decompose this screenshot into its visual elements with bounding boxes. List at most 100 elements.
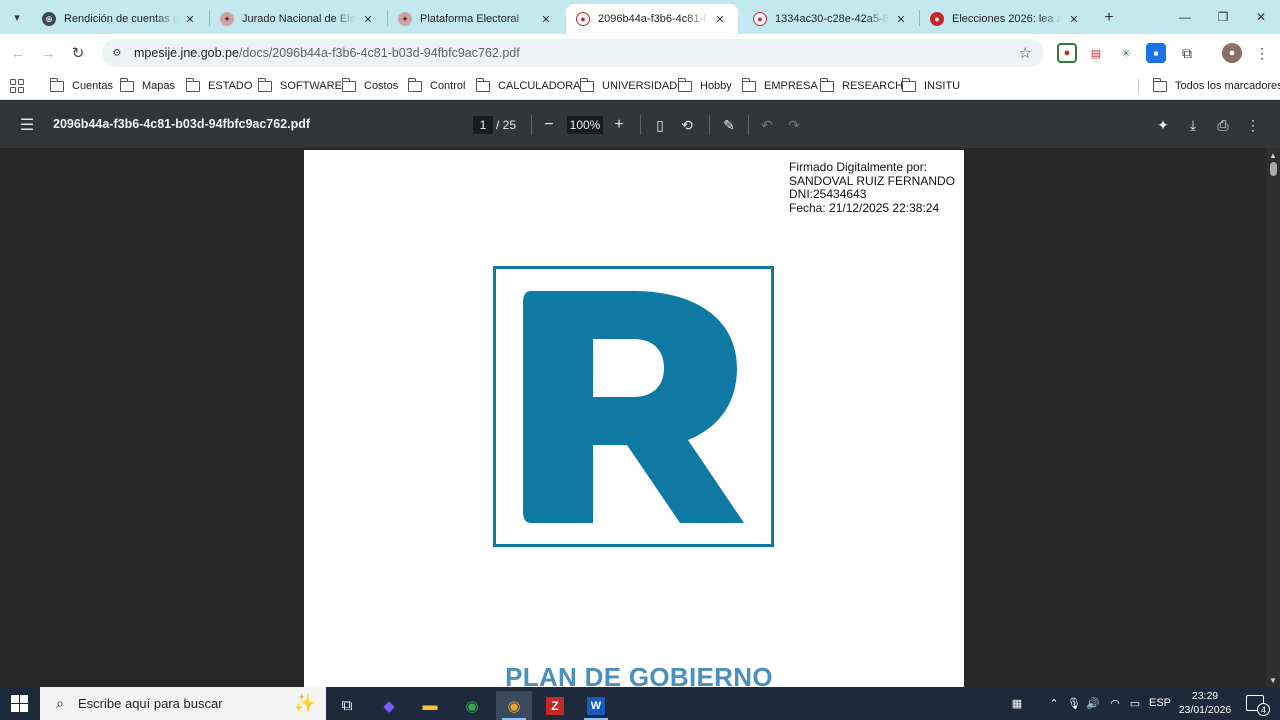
bookmark-folder-control[interactable]: Control (407, 77, 466, 95)
bookmark-label: SOFTWARE (280, 80, 342, 92)
windows-start-icon[interactable] (11, 695, 28, 712)
copilot-icon[interactable]: ◆ (371, 691, 407, 720)
rotate-icon[interactable]: ⟲ (676, 114, 698, 136)
extension-off-icon[interactable]: ■ (1146, 43, 1166, 63)
file-explorer-icon[interactable]: ▬ (412, 691, 448, 720)
minimize-button[interactable]: ― (1166, 0, 1204, 34)
close-icon[interactable]: ✕ (360, 11, 376, 27)
bookmark-folder-research[interactable]: RESEARCH (819, 77, 903, 95)
bookmark-folder-cuentas[interactable]: Cuentas (49, 77, 113, 95)
folder-icon (579, 77, 594, 92)
close-icon[interactable]: ✕ (712, 11, 728, 27)
print-icon[interactable]: ⎙ (1212, 114, 1234, 136)
scroll-down-arrow-icon[interactable]: ▼ (1268, 675, 1278, 685)
tab-search-chevron-icon[interactable]: ▾ (6, 6, 28, 28)
extension-green-icon[interactable]: ✳ (1116, 43, 1136, 63)
word-taskbar-icon[interactable]: W (578, 691, 614, 720)
annotate-pen-icon[interactable]: ✎ (718, 114, 740, 136)
viewer-scrollbar[interactable]: ▲ ▼ (1266, 148, 1280, 687)
zotero-taskbar-icon[interactable]: Z (537, 691, 573, 720)
pdf-filename: 2096b44a-f3b6-4c81-b03d-94fbfc9ac762.pdf (53, 117, 311, 131)
notification-count-badge: 4 (1257, 703, 1270, 716)
close-icon[interactable]: ✕ (1066, 11, 1082, 27)
extensions-puzzle-icon[interactable]: ⧉ (1177, 43, 1197, 63)
site-info-icon[interactable]: ⚙ (110, 46, 124, 60)
new-tab-button[interactable]: + (1098, 7, 1120, 29)
close-icon[interactable]: ✕ (182, 11, 198, 27)
chrome-taskbar-icon[interactable]: ◉ (454, 691, 490, 720)
pdf-more-options-icon[interactable]: ⋮ (1242, 114, 1264, 136)
extension-red-dot-icon[interactable]: ● (1057, 43, 1077, 63)
zoom-level-input[interactable]: 100% (567, 116, 603, 134)
close-icon[interactable]: ✕ (893, 11, 909, 27)
address-bar[interactable]: ⚙ mpesije.jne.gob.pe/docs/2096b44a-f3b6-… (102, 39, 1044, 67)
download-icon[interactable]: ⤓ (1182, 114, 1204, 136)
bookmark-label: ESTADO (208, 80, 253, 92)
forward-button[interactable]: → (36, 41, 60, 65)
pdf-viewer[interactable]: Firmado Digitalmente por: SANDOVAL RUIZ … (0, 148, 1280, 687)
undo-icon[interactable]: ↶ (756, 114, 778, 136)
bookmark-folder-hobby[interactable]: Hobby (677, 77, 732, 95)
fit-to-page-icon[interactable]: ▯ (649, 114, 671, 136)
bookmark-label: UNIVERSIDAD (602, 80, 678, 92)
system-clock[interactable]: 23:29 23/01/2026 (1176, 689, 1234, 717)
bookmark-star-icon[interactable]: ☆ (1019, 44, 1032, 62)
sidebar-menu-icon[interactable]: ☰ (16, 114, 38, 136)
bookmark-label: Control (430, 80, 466, 92)
redo-icon[interactable]: ↷ (783, 114, 805, 136)
ai-sparkle-icon[interactable]: ✦ (1152, 114, 1174, 136)
bookmarks-bar: Cuentas Mapas ESTADO SOFTWARE Costos Con… (0, 72, 1280, 100)
folder-icon (1152, 77, 1167, 92)
close-icon[interactable]: ✕ (538, 11, 554, 27)
profile-avatar[interactable]: ● (1222, 43, 1242, 63)
task-view-icon[interactable]: ⧉ (329, 691, 365, 720)
apps-grid-icon[interactable] (10, 79, 24, 93)
battery-icon[interactable]: ▭ (1126, 693, 1144, 713)
url-text: mpesije.jne.gob.pe/docs/2096b44a-f3b6-4c… (134, 46, 520, 60)
pdf-file-icon: ● (753, 12, 767, 26)
tab-rendicion-cuentas[interactable]: ⊕ Rendición de cuentas parti ✕ (32, 4, 208, 34)
tab-pdf-2[interactable]: ● 1334ac30-c28e-42a5-8fc5 ✕ (743, 4, 919, 34)
bookmark-folder-calculadora[interactable]: CALCULADORA (475, 77, 581, 95)
page-number-input[interactable]: 1 (473, 116, 493, 134)
show-hidden-icons-chevron[interactable]: ⌃ (1046, 693, 1062, 713)
microphone-icon[interactable]: 🎙 (1066, 693, 1082, 713)
zoom-in-button[interactable]: + (608, 114, 630, 136)
extension-pdf-icon[interactable]: ▤ (1086, 43, 1106, 63)
bookmark-folder-empresa[interactable]: EMPRESA (741, 77, 818, 95)
word-w-icon: W (587, 696, 605, 715)
search-icon: ⌕ (56, 695, 64, 711)
folder-icon (407, 77, 422, 92)
reload-button[interactable]: ↻ (66, 41, 90, 65)
tab-plataforma-electoral[interactable]: ✦ Plataforma Electoral ✕ (388, 4, 564, 34)
bookmark-folder-insitu[interactable]: INSITU (901, 77, 960, 95)
bookmark-folder-universidad[interactable]: UNIVERSIDAD (579, 77, 678, 95)
back-button[interactable]: ← (6, 41, 30, 65)
taskbar-search-box[interactable]: ⌕ Escribe aquí para buscar ✨ (40, 687, 326, 720)
volume-icon[interactable]: 🔊 (1085, 693, 1101, 713)
tab-elecciones-2026[interactable]: ● Elecciones 2026: lea aquí l ✕ (920, 4, 1092, 34)
chrome-menu-icon[interactable]: ⋮ (1252, 43, 1272, 63)
wifi-icon[interactable]: ◠ (1106, 693, 1124, 713)
scroll-thumb[interactable] (1270, 162, 1277, 176)
zoom-out-button[interactable]: − (538, 114, 560, 136)
bookmark-folder-estado[interactable]: ESTADO (185, 77, 253, 95)
tab-pdf-active[interactable]: ● 2096b44a-f3b6-4c81-b03d ✕ (566, 4, 738, 34)
input-language[interactable]: ESP (1148, 693, 1172, 713)
tab-jurado-nacional[interactable]: ✦ Jurado Nacional de Eleccio ✕ (210, 4, 386, 34)
news-widget-icon[interactable]: ▦ (1006, 693, 1028, 713)
bookmark-folder-mapas[interactable]: Mapas (119, 77, 175, 95)
pdf-file-icon: ● (576, 12, 590, 26)
browser-toolbar: ← → ↻ ⚙ mpesije.jne.gob.pe/docs/2096b44a… (0, 34, 1280, 72)
bookmark-folder-costos[interactable]: Costos (341, 77, 398, 95)
close-window-button[interactable]: ✕ (1242, 0, 1280, 34)
digital-signature-block: Firmado Digitalmente por: SANDOVAL RUIZ … (789, 160, 955, 215)
url-host: mpesije.jne.gob.pe (134, 46, 239, 60)
scroll-up-arrow-icon[interactable]: ▲ (1268, 150, 1278, 160)
tab-strip: ▾ ⊕ Rendición de cuentas parti ✕ ✦ Jurad… (0, 0, 1280, 34)
all-bookmarks-folder[interactable]: Todos los marcadores (1152, 77, 1280, 95)
restore-button[interactable]: ❐ (1204, 0, 1242, 34)
chrome-profile-taskbar-icon[interactable]: ◉ (496, 691, 532, 720)
tab-title: Elecciones 2026: lea aquí l (952, 13, 1062, 25)
bookmark-folder-software[interactable]: SOFTWARE (257, 77, 342, 95)
